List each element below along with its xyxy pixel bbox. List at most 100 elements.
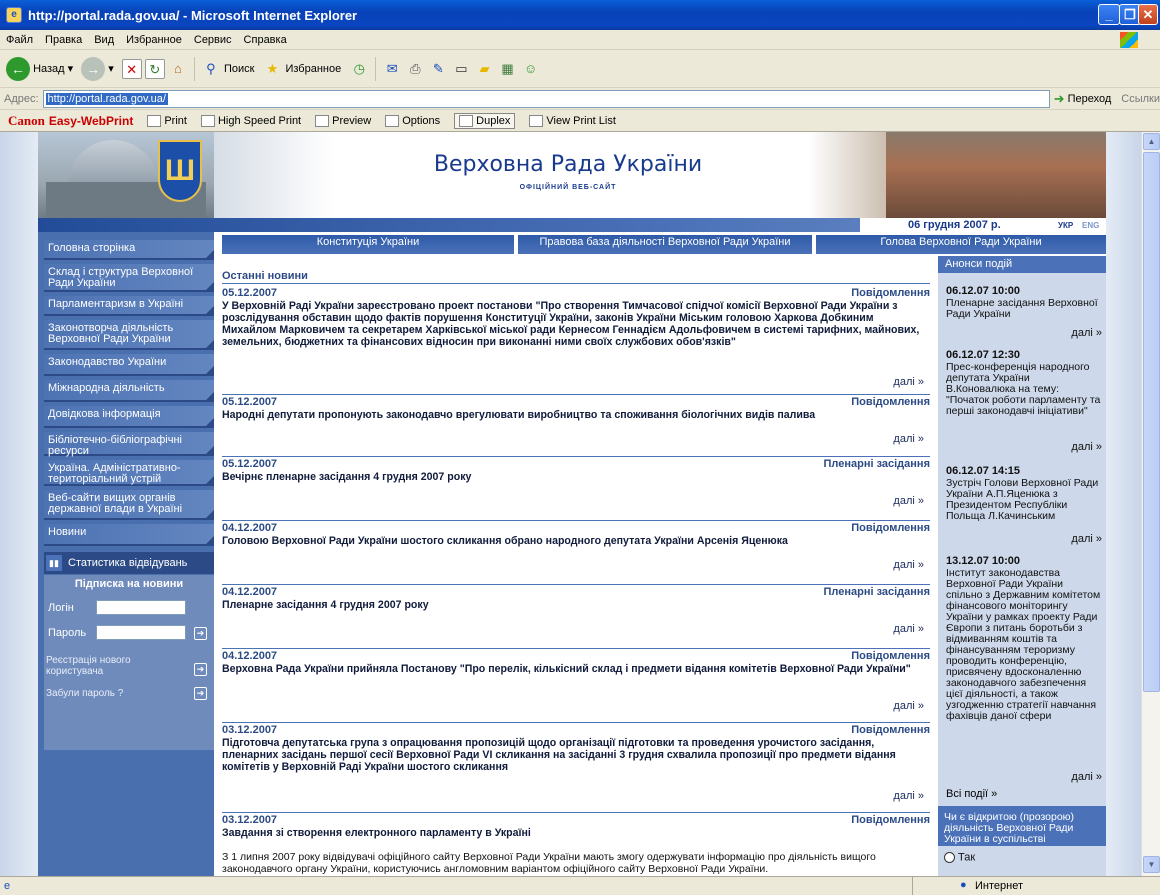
menu-edit[interactable]: Правка: [45, 34, 82, 46]
scroll-thumb[interactable]: [1143, 152, 1160, 692]
sidebar-item-news[interactable]: Новини: [44, 524, 214, 546]
header-fade: [214, 132, 334, 218]
tab-legal-basis[interactable]: Правова база діяльності Верховної Ради У…: [518, 235, 812, 254]
news-more-link[interactable]: далі »: [893, 495, 924, 507]
news-category[interactable]: Повідомлення: [851, 522, 930, 534]
title-bar: e http://portal.rada.gov.ua/ - Microsoft…: [0, 0, 1160, 30]
research-icon[interactable]: ▦: [498, 59, 518, 79]
sidebar-item-reference[interactable]: Довідкова інформація: [44, 406, 214, 428]
news-more-link[interactable]: далі »: [893, 790, 924, 802]
go-arrow-icon[interactable]: ➜: [1054, 91, 1065, 107]
event-time: 06.12.07 10:00: [946, 285, 1021, 297]
login-input[interactable]: [96, 600, 186, 615]
preview-button[interactable]: Preview: [315, 114, 371, 127]
forgot-password-link[interactable]: Забули пароль ?: [46, 688, 123, 699]
close-button[interactable]: ✕: [1138, 4, 1158, 25]
minimize-button[interactable]: _: [1098, 4, 1120, 25]
web-page: Ш Верховна Рада України ОФІЦІЙНИЙ ВЕБ-СА…: [38, 132, 1106, 876]
sidebar-item-admin-structure[interactable]: Україна. Адміністративно-територіальний …: [44, 460, 214, 486]
news-title[interactable]: Завдання зі створення електронного парла…: [222, 827, 930, 839]
lang-ukr[interactable]: УКР: [1058, 221, 1073, 230]
scroll-down-icon[interactable]: ▼: [1143, 856, 1160, 873]
sidebar-item-international[interactable]: Міжнародна діяльність: [44, 380, 214, 402]
all-events-link[interactable]: Всі події »: [946, 788, 997, 800]
sidebar-item-gov-websites[interactable]: Веб-сайти вищих органів державної влади …: [44, 490, 214, 520]
stats-link[interactable]: ▮▮ Статистика відвідувань: [44, 552, 214, 574]
password-input[interactable]: [96, 625, 186, 640]
mail-icon[interactable]: ✉: [382, 59, 402, 79]
news-category[interactable]: Повідомлення: [851, 396, 930, 408]
view-print-list-button[interactable]: View Print List: [529, 114, 616, 127]
event-more-link[interactable]: далі »: [1071, 328, 1102, 339]
messenger-icon[interactable]: ☺: [521, 59, 541, 79]
edit-icon[interactable]: ✎: [428, 59, 448, 79]
news-category[interactable]: Повідомлення: [851, 287, 930, 299]
sidebar-item-structure[interactable]: Склад і структура Верховної Ради України: [44, 264, 214, 292]
vertical-scrollbar[interactable]: ▲ ▼: [1141, 132, 1160, 876]
print-icon[interactable]: ⎙: [405, 59, 425, 79]
news-more-link[interactable]: далі »: [893, 700, 924, 712]
site-subtitle: ОФІЦІЙНИЙ ВЕБ-САЙТ: [519, 184, 617, 191]
options-button[interactable]: Options: [385, 114, 440, 127]
address-input[interactable]: http://portal.rada.gov.ua/: [42, 89, 1050, 108]
refresh-icon[interactable]: ↻: [144, 58, 165, 79]
forward-button[interactable]: → ▾: [81, 56, 114, 81]
print-button[interactable]: Print: [147, 114, 187, 127]
sidebar-item-library[interactable]: Бібліотечно-бібліографічні ресурси: [44, 432, 214, 457]
sidebar-item-legislation[interactable]: Законодавство України: [44, 354, 214, 376]
news-title[interactable]: Вечірнє пленарне засідання 4 грудня 2007…: [222, 471, 930, 483]
high-speed-print-button[interactable]: High Speed Print: [200, 114, 301, 127]
favorites-button[interactable]: ★ Избранное: [262, 59, 342, 79]
news-category[interactable]: Повідомлення: [851, 814, 930, 826]
menu-favorites[interactable]: Избранное: [126, 34, 182, 46]
radio-button[interactable]: [944, 852, 955, 863]
news-title[interactable]: Народні депутати пропонують законодавчо …: [222, 409, 930, 421]
sidebar-item-parliamentarism[interactable]: Парламентаризм в Україні: [44, 296, 214, 316]
menu-help[interactable]: Справка: [244, 34, 287, 46]
forgot-go-button[interactable]: ➔: [194, 687, 207, 700]
sidebar-item-home[interactable]: Головна сторінка: [44, 240, 214, 260]
back-button[interactable]: ← Назад ▾: [6, 56, 73, 81]
register-link[interactable]: Реєстрація нового користувача: [46, 655, 176, 677]
news-more-link[interactable]: далі »: [893, 623, 924, 635]
scroll-up-icon[interactable]: ▲: [1143, 133, 1160, 150]
discuss-icon[interactable]: ▭: [451, 59, 471, 79]
event-more-link[interactable]: далі »: [1071, 442, 1102, 453]
news-title[interactable]: Головою Верховної Ради України шостого с…: [222, 535, 930, 547]
news-category[interactable]: Повідомлення: [851, 724, 930, 736]
page-background-left: [0, 132, 38, 876]
event-more-link[interactable]: далі »: [1071, 534, 1102, 545]
news-more-link[interactable]: далі »: [893, 376, 924, 388]
news-date: 03.12.2007: [222, 814, 278, 826]
login-go-button[interactable]: ➔: [194, 627, 207, 640]
news-title[interactable]: Підготовча депутатська група з опрацюван…: [222, 737, 930, 773]
register-go-button[interactable]: ➔: [194, 663, 207, 676]
menu-file[interactable]: Файл: [6, 34, 33, 46]
home-icon[interactable]: ⌂: [168, 59, 188, 79]
news-more-link[interactable]: далі »: [893, 433, 924, 445]
news-title[interactable]: Пленарне засідання 4 грудня 2007 року: [222, 599, 930, 611]
duplex-button[interactable]: Duplex: [454, 112, 516, 129]
search-button[interactable]: ⚲ Поиск: [201, 59, 254, 79]
folder-icon[interactable]: ▰: [474, 59, 494, 79]
tab-chairman[interactable]: Голова Верховної Ради України: [816, 235, 1106, 254]
news-category[interactable]: Пленарні засідання: [823, 586, 930, 598]
sidebar-item-lawmaking[interactable]: Законотворча діяльність Верховної Ради У…: [44, 320, 214, 350]
news-title[interactable]: У Верховній Раді України зареєстровано п…: [222, 300, 930, 348]
lang-eng[interactable]: ENG: [1082, 221, 1099, 230]
news-title[interactable]: Верховна Рада України прийняла Постанову…: [222, 663, 930, 675]
tab-constitution[interactable]: Конституція України: [222, 235, 514, 254]
news-category[interactable]: Повідомлення: [851, 650, 930, 662]
poll-option[interactable]: Так: [938, 846, 1106, 876]
go-button[interactable]: Переход: [1068, 93, 1112, 105]
history-icon[interactable]: ◷: [349, 59, 369, 79]
easy-webprint-menu[interactable]: Easy-WebPrint: [49, 114, 133, 128]
news-more-link[interactable]: далі »: [893, 559, 924, 571]
links-button[interactable]: Ссылки: [1121, 93, 1160, 105]
event-more-link[interactable]: далі »: [1071, 772, 1102, 783]
menu-view[interactable]: Вид: [94, 34, 114, 46]
stop-icon[interactable]: ✕: [121, 58, 142, 79]
news-category[interactable]: Пленарні засідання: [823, 458, 930, 470]
menu-tools[interactable]: Сервис: [194, 34, 232, 46]
menu-bar: Файл Правка Вид Избранное Сервис Справка: [0, 30, 1160, 50]
